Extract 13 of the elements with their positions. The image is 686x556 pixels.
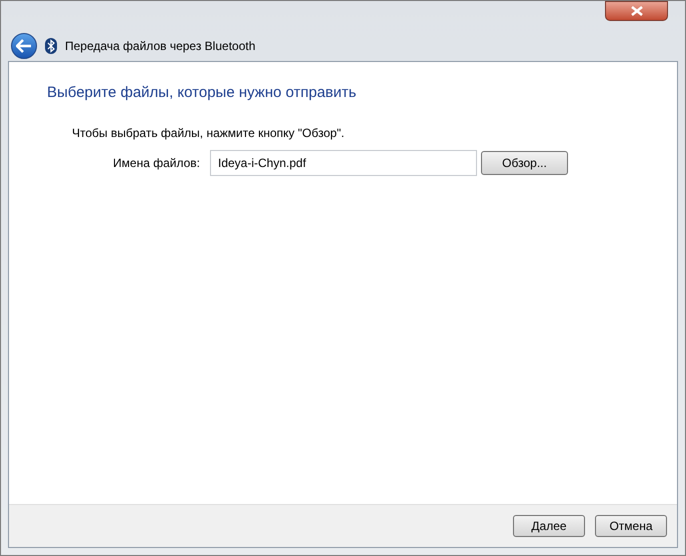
browse-button[interactable]: Обзор... [481,150,568,174]
file-names-label: Имена файлов: [112,154,201,172]
window-title: Передача файлов через Bluetooth [65,38,256,55]
cancel-button[interactable]: Отмена [595,515,667,537]
instruction-text: Чтобы выбрать файлы, нажмите кнопку "Обзор". [72,124,346,142]
file-names-field[interactable]: Ideya-i-Chyn.pdf [210,150,477,176]
page-heading: Выберите файлы, которые нужно отправить [47,83,358,103]
close-icon [630,6,642,16]
close-button[interactable] [605,1,668,21]
back-button[interactable] [11,33,37,59]
back-arrow-icon [16,39,32,53]
bluetooth-icon [45,38,57,54]
next-button[interactable]: Далее [513,515,585,537]
